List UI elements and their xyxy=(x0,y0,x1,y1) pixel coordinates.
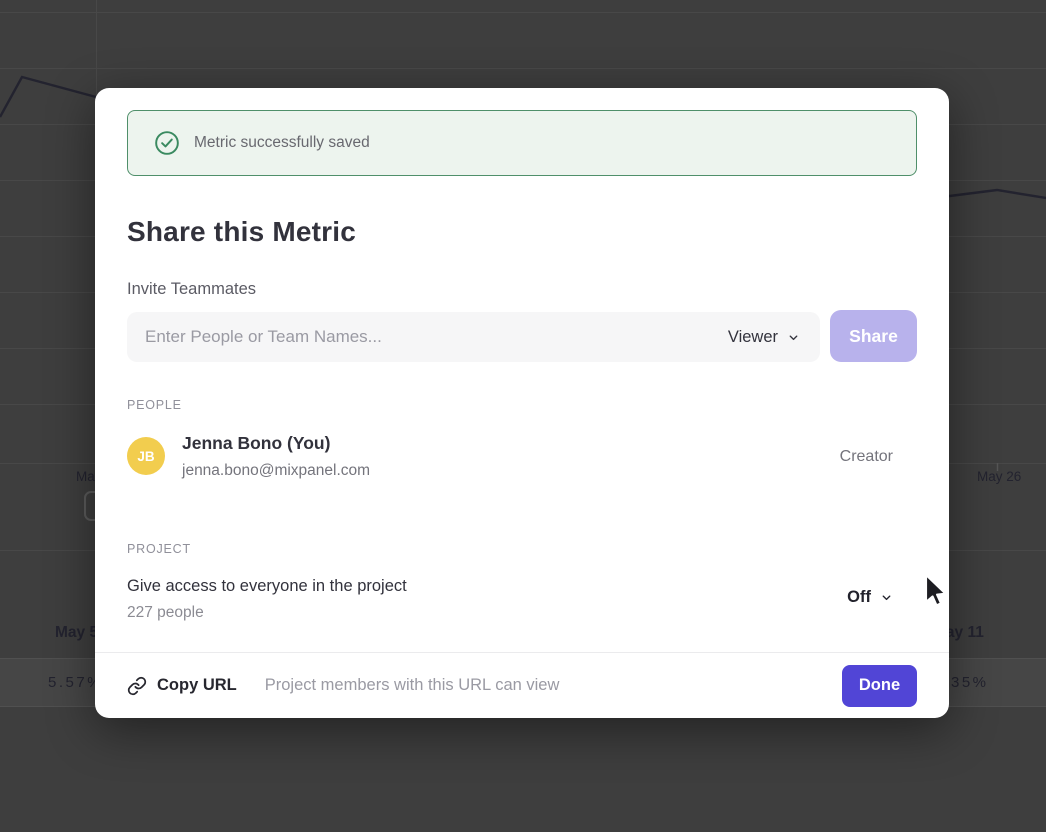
person-name: Jenna Bono (You) xyxy=(182,433,330,454)
project-access-subtitle: 227 people xyxy=(127,604,204,622)
project-access-dropdown-value: Off xyxy=(847,588,871,607)
x-axis-label-right: May 26 xyxy=(977,469,1021,484)
copy-url-button[interactable]: Copy URL xyxy=(127,676,237,696)
table-header-left: May 5 xyxy=(55,624,98,642)
success-banner: Metric successfully saved xyxy=(127,110,917,176)
success-banner-text: Metric successfully saved xyxy=(194,134,370,152)
share-metric-modal: Metric successfully saved Share this Met… xyxy=(95,88,949,718)
copy-url-label: Copy URL xyxy=(157,676,237,695)
url-permission-hint: Project members with this URL can view xyxy=(265,676,560,695)
chevron-down-icon xyxy=(880,591,893,604)
people-section-label: PEOPLE xyxy=(127,398,182,412)
invite-teammates-label: Invite Teammates xyxy=(127,280,256,299)
screen: May May 26 May 5 May 11 5.57% 35% Metric… xyxy=(0,0,1046,832)
project-section-label: PROJECT xyxy=(127,542,191,556)
modal-title: Share this Metric xyxy=(127,216,356,248)
person-email: jenna.bono@mixpanel.com xyxy=(182,462,370,480)
project-access-title: Give access to everyone in the project xyxy=(127,577,407,596)
project-access-dropdown[interactable]: Off xyxy=(847,588,893,607)
role-dropdown[interactable]: Viewer xyxy=(728,312,800,362)
invite-input-container: Viewer xyxy=(127,312,820,362)
person-role-badge: Creator xyxy=(840,448,893,466)
table-value-right: 35% xyxy=(951,674,989,691)
share-button[interactable]: Share xyxy=(830,310,917,362)
link-icon xyxy=(127,676,147,696)
role-dropdown-value: Viewer xyxy=(728,328,778,347)
modal-footer: Copy URL Project members with this URL c… xyxy=(95,652,949,718)
avatar: JB xyxy=(127,437,165,475)
invite-people-input[interactable] xyxy=(127,312,820,362)
check-circle-icon xyxy=(154,130,180,156)
chevron-down-icon xyxy=(787,331,800,344)
done-button[interactable]: Done xyxy=(842,665,917,707)
